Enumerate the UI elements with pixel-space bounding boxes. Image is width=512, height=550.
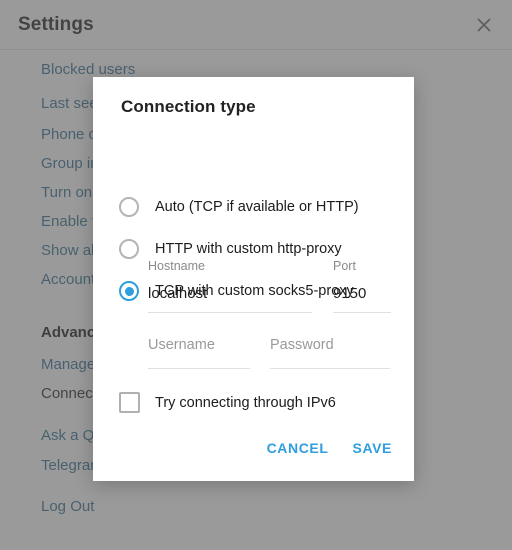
ipv6-label: Try connecting through IPv6 [155, 394, 336, 411]
port-label: Port [333, 259, 356, 273]
username-placeholder: Username [148, 337, 215, 353]
hostname-label: Hostname [148, 259, 205, 273]
hostname-input[interactable]: localhost [148, 286, 312, 301]
connection-type-dialog: Connection type Auto (TCP if available o… [93, 77, 414, 481]
cancel-button[interactable]: CANCEL [267, 440, 329, 456]
port-underline [333, 311, 391, 313]
radio-option[interactable]: Auto (TCP if available or HTTP) [119, 193, 399, 221]
port-field[interactable]: Port 9150 [333, 260, 391, 313]
password-underline [270, 367, 390, 369]
password-field[interactable]: Password [270, 338, 390, 369]
radio-unselected-icon[interactable] [119, 197, 139, 217]
radio-unselected-icon[interactable] [119, 239, 139, 259]
hostname-field[interactable]: Hostname localhost [148, 260, 312, 313]
save-button[interactable]: SAVE [353, 440, 393, 456]
radio-selected-icon[interactable] [119, 281, 139, 301]
dialog-actions: CANCEL SAVE [267, 440, 392, 456]
radio-option-label: HTTP with custom http-proxy [155, 241, 342, 257]
ipv6-checkbox-row[interactable]: Try connecting through IPv6 [119, 392, 336, 413]
hostname-underline [148, 311, 312, 313]
username-underline [148, 367, 250, 369]
checkbox-icon[interactable] [119, 392, 140, 413]
password-placeholder: Password [270, 337, 334, 353]
radio-option-label: Auto (TCP if available or HTTP) [155, 199, 359, 215]
port-input[interactable]: 9150 [333, 286, 391, 301]
dialog-title: Connection type [121, 97, 256, 116]
username-field[interactable]: Username [148, 338, 250, 369]
